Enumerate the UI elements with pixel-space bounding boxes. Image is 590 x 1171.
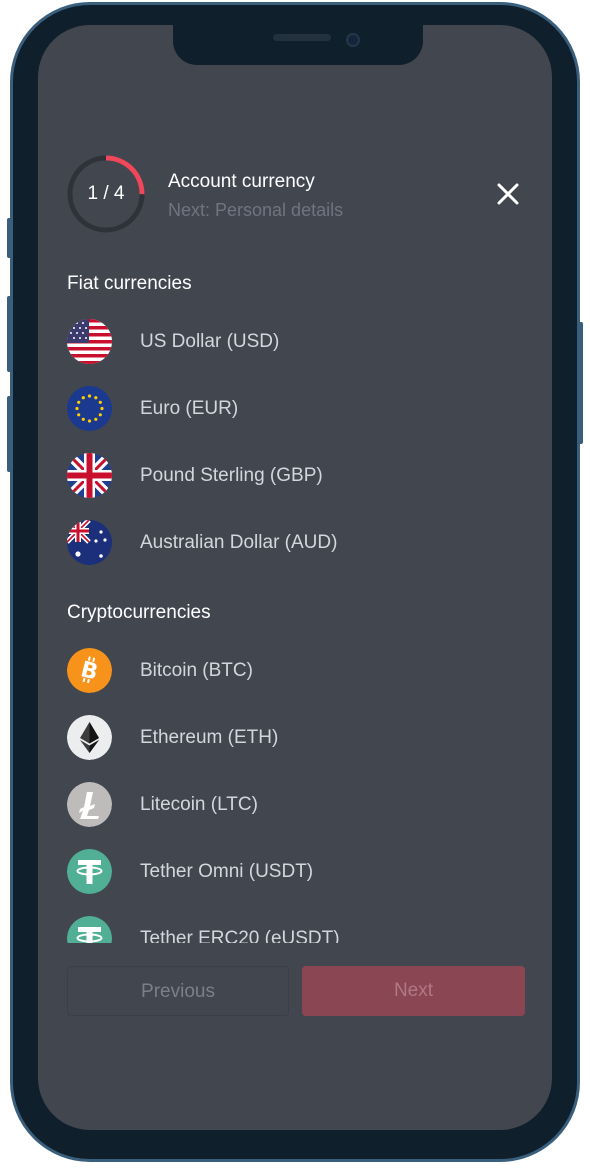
step-counter: 1 / 4 [87, 183, 125, 204]
currency-label: Pound Sterling (GBP) [140, 465, 323, 486]
ethereum-icon [67, 715, 112, 760]
us-flag-icon [67, 319, 112, 364]
close-button[interactable] [494, 180, 522, 208]
currency-label: US Dollar (USD) [140, 331, 280, 352]
step-progress-ring: 1 / 4 [66, 154, 146, 234]
close-icon [497, 183, 519, 205]
crypto-section-title: Cryptocurrencies [67, 602, 211, 623]
australia-flag-icon [67, 520, 112, 565]
tether-icon [67, 916, 112, 943]
bitcoin-icon: B [67, 648, 112, 693]
currency-item-usdt-omni[interactable]: Tether Omni (USDT) [67, 849, 507, 895]
currency-item-gbp[interactable]: Pound Sterling (GBP) [67, 453, 507, 499]
app-screen: 1 / 4 Account currency Next: Personal de… [38, 25, 552, 1130]
list-clip: Tether ERC20 (eUSDT) [38, 905, 552, 943]
currency-item-aud[interactable]: Australian Dollar (AUD) [67, 520, 507, 566]
speaker [273, 34, 331, 41]
fiat-section-title: Fiat currencies [67, 273, 192, 294]
volume-up-button [7, 296, 12, 372]
currency-item-ltc[interactable]: Litecoin (LTC) [67, 782, 507, 828]
next-button[interactable]: Next [302, 966, 525, 1016]
litecoin-icon [67, 782, 112, 827]
currency-label: Ethereum (ETH) [140, 727, 279, 748]
notch [173, 25, 423, 65]
tether-icon [67, 849, 112, 894]
currency-label: Litecoin (LTC) [140, 794, 258, 815]
volume-down-button [7, 396, 12, 472]
currency-item-btc[interactable]: B Bitcoin (BTC) [67, 648, 507, 694]
currency-label: Tether Omni (USDT) [140, 861, 314, 882]
power-button [578, 322, 583, 444]
currency-label: Euro (EUR) [140, 398, 239, 419]
currency-item-usd[interactable]: US Dollar (USD) [67, 319, 507, 365]
currency-label: Bitcoin (BTC) [140, 660, 253, 681]
camera [346, 33, 360, 47]
mute-switch [7, 218, 12, 258]
uk-flag-icon [67, 453, 112, 498]
currency-item-eth[interactable]: Ethereum (ETH) [67, 715, 507, 761]
previous-button[interactable]: Previous [67, 966, 289, 1016]
eu-flag-icon [67, 386, 112, 431]
page-title: Account currency [168, 171, 315, 192]
currency-item-usdt-erc20[interactable]: Tether ERC20 (eUSDT) [67, 916, 507, 943]
currency-label: Australian Dollar (AUD) [140, 532, 338, 553]
next-step-hint: Next: Personal details [168, 200, 344, 220]
currency-label: Tether ERC20 (eUSDT) [140, 928, 340, 943]
currency-item-eur[interactable]: Euro (EUR) [67, 386, 507, 432]
